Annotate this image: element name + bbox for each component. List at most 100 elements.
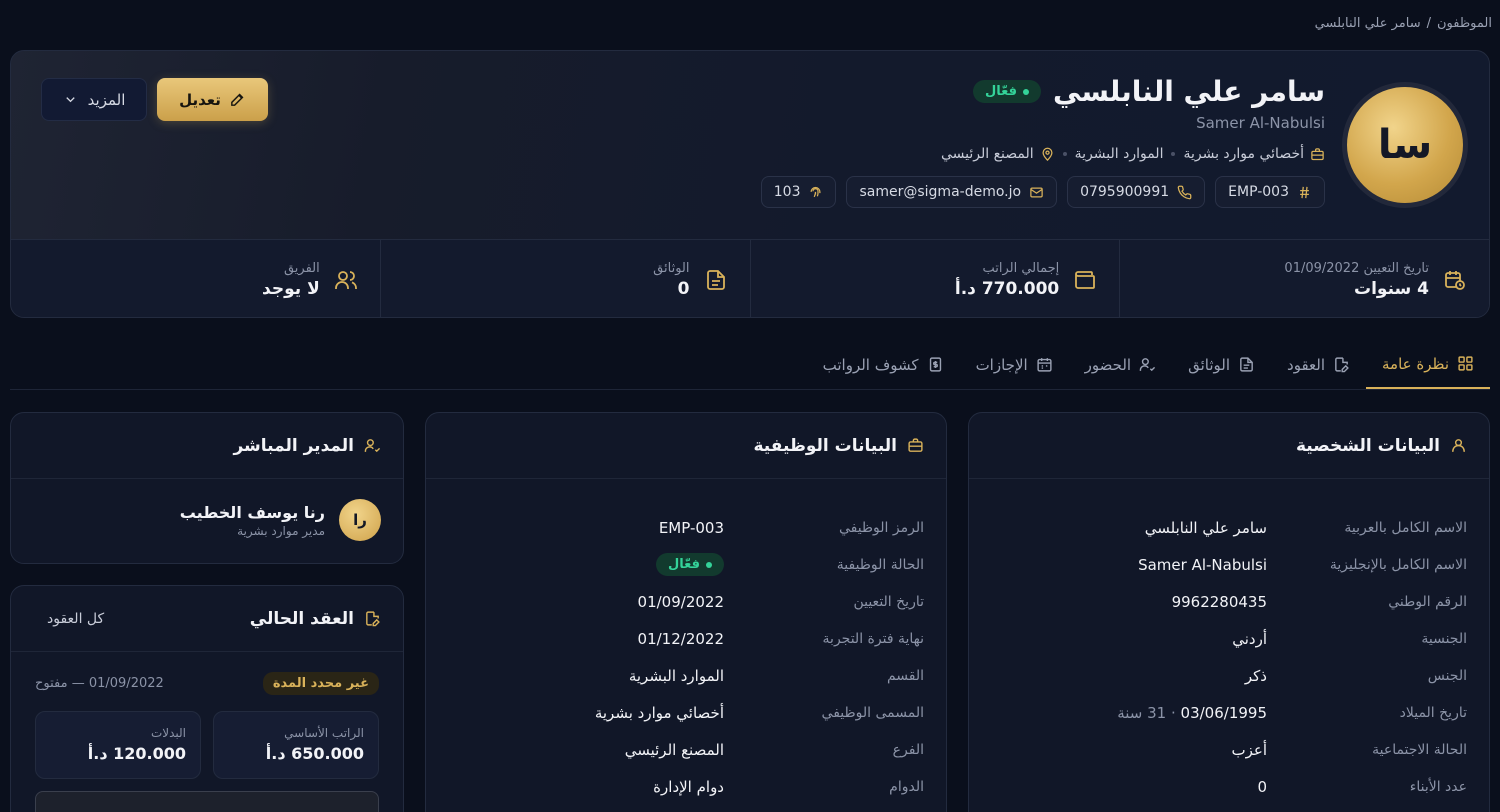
- tab-contracts[interactable]: العقود: [1271, 340, 1366, 389]
- mail-icon: [1029, 185, 1044, 200]
- info-label: عدد الأبناء: [1409, 778, 1467, 795]
- info-label: الحالة الوظيفية: [836, 556, 924, 573]
- phone-number: 0795900991: [1080, 184, 1170, 200]
- age: · 31 سنة: [1117, 703, 1181, 722]
- tab-label: العقود: [1287, 355, 1326, 374]
- info-row: نهاية فترة التجربة 01/12/2022: [426, 620, 946, 657]
- status-badge: فعّال: [972, 80, 1041, 103]
- tab-documents[interactable]: الوثائق: [1172, 340, 1271, 389]
- status-text: فعّال: [984, 84, 1017, 99]
- fingerprint-chip[interactable]: 103: [760, 176, 837, 208]
- info-value: ذكر: [1244, 666, 1267, 685]
- info-value: المصنع الرئيسي: [624, 740, 724, 759]
- card-title: البيانات الشخصية: [1295, 435, 1440, 456]
- tab-label: كشوف الرواتب: [822, 355, 919, 374]
- info-label: الدوام: [889, 778, 924, 795]
- tab-leaves[interactable]: الإجازات: [960, 340, 1069, 389]
- employee-code-chip[interactable]: EMP-003: [1215, 176, 1325, 208]
- info-value: 01/09/2022: [637, 592, 724, 611]
- phone-icon: [1177, 185, 1192, 200]
- wallet-icon: [1073, 268, 1097, 292]
- location-pin-icon: [1040, 147, 1055, 162]
- info-label: الجنسية: [1421, 630, 1467, 647]
- info-label: الجنس: [1427, 667, 1467, 684]
- card-header: العقد الحالي كل العقود: [11, 586, 403, 652]
- card-title: البيانات الوظيفية: [753, 435, 897, 456]
- status-text: فعّال: [667, 557, 700, 572]
- info-label: الحالة الاجتماعية: [1372, 741, 1467, 758]
- email-chip[interactable]: samer@sigma-demo.jo: [846, 176, 1058, 208]
- department: الموارد البشرية: [1074, 146, 1164, 162]
- info-row: الحالة الوظيفية فعّال: [426, 546, 946, 583]
- mini-value: 650.000 د.أ: [265, 744, 364, 763]
- personal-info-card: البيانات الشخصية الاسم الكامل بالعربية سا…: [968, 412, 1490, 812]
- info-value: الموارد البشرية: [628, 666, 724, 685]
- info-row: الفرع المصنع الرئيسي: [426, 731, 946, 768]
- stat-value: 4 سنوات: [1354, 278, 1429, 299]
- info-label: الاسم الكامل بالعربية: [1344, 519, 1467, 536]
- mini-label: الراتب الأساسي: [284, 726, 364, 740]
- info-value: أعزب: [1231, 740, 1267, 759]
- info-row: الاسم الكامل بالإنجليزية Samer Al-Nabulsi: [969, 546, 1489, 583]
- profile-top: سا سامر علي النابلسي فعّال Samer Al-Nabu…: [11, 51, 1489, 239]
- receipt-icon: [927, 356, 944, 373]
- fingerprint-icon: [808, 185, 823, 200]
- tab-label: نظرة عامة: [1382, 354, 1449, 373]
- meta-separator: [1062, 152, 1067, 156]
- tab-payslips[interactable]: كشوف الرواتب: [807, 340, 960, 389]
- chevron-down-icon: [63, 92, 78, 107]
- stat-label: تاريخ التعيين 01/09/2022: [1284, 260, 1429, 276]
- contract-footer-bar[interactable]: [35, 791, 379, 812]
- calendar-icon: [1036, 356, 1053, 373]
- user-icon: [1450, 437, 1467, 454]
- card-title: العقد الحالي: [249, 608, 354, 629]
- more-dropdown-button[interactable]: المزيد: [41, 78, 147, 121]
- manager-item[interactable]: را رنا يوسف الخطيب مدير موارد بشرية: [11, 479, 403, 561]
- contract-type-badge: غير محدد المدة: [262, 672, 379, 695]
- birth-date: 03/06/1995: [1180, 703, 1267, 722]
- stats-row: تاريخ التعيين 01/09/2022 4 سنوات إجمالي …: [11, 239, 1489, 317]
- info-value: أخصائي موارد بشرية: [594, 703, 724, 722]
- employee-meta: أخصائي موارد بشرية الموارد البشرية المصن…: [761, 146, 1325, 162]
- status-badge: فعّال: [655, 553, 724, 576]
- edit-button[interactable]: تعديل: [157, 78, 268, 121]
- info-row: الاسم الكامل بالعربية سامر علي النابلسي: [969, 509, 1489, 546]
- user-check-icon: [364, 437, 381, 454]
- card-header: البيانات الوظيفية: [426, 413, 946, 479]
- manager-initials: را: [353, 511, 367, 529]
- stat-value: لا يوجد: [262, 278, 320, 299]
- profile-name-block: سامر علي النابلسي فعّال Samer Al-Nabulsi…: [760, 75, 1325, 208]
- stat-label: إجمالي الراتب: [982, 260, 1060, 276]
- card-header: المدير المباشر: [11, 413, 403, 479]
- info-row: الجنس ذكر: [969, 657, 1489, 694]
- job-title: أخصائي موارد بشرية: [1183, 146, 1304, 162]
- info-value: دوام الإدارة: [653, 777, 724, 796]
- avatar: سا: [1347, 87, 1463, 203]
- breadcrumb-root[interactable]: الموظفون: [1437, 16, 1492, 31]
- info-value: 9962280435: [1171, 592, 1267, 611]
- info-row: تاريخ التعيين 01/09/2022: [426, 583, 946, 620]
- stat-label: الوثائق: [653, 260, 690, 276]
- breadcrumb-current: سامر علي النابلسي: [1314, 16, 1421, 31]
- all-contracts-link[interactable]: كل العقود: [33, 611, 104, 627]
- calendar-clock-icon: [1443, 268, 1467, 292]
- phone-chip[interactable]: 0795900991: [1067, 176, 1206, 208]
- info-label: الفرع: [892, 741, 924, 758]
- info-label: المسمى الوظيفي: [821, 704, 924, 721]
- info-value: فعّال: [448, 553, 724, 576]
- stat-total-salary: إجمالي الراتب 770.000 د.أ: [749, 240, 1120, 317]
- tab-overview[interactable]: نظرة عامة: [1366, 340, 1490, 389]
- tab-attendance[interactable]: الحضور: [1069, 340, 1172, 389]
- meta-separator: [1171, 152, 1176, 156]
- info-value: 03/06/1995 · 31 سنة: [991, 704, 1267, 722]
- info-row: المسمى الوظيفي أخصائي موارد بشرية: [426, 694, 946, 731]
- card-title: المدير المباشر: [233, 435, 354, 456]
- edit-button-label: تعديل: [179, 90, 221, 109]
- info-row: الدوام دوام الإدارة: [426, 768, 946, 805]
- info-row: الجنسية أردني: [969, 620, 1489, 657]
- mini-label: البدلات: [150, 726, 186, 740]
- document-icon: [704, 268, 728, 292]
- hash-icon: [1297, 185, 1312, 200]
- contract-icon: [1333, 356, 1350, 373]
- job-info-list: الرمز الوظيفي EMP-003 الحالة الوظيفية فعّا…: [426, 479, 946, 805]
